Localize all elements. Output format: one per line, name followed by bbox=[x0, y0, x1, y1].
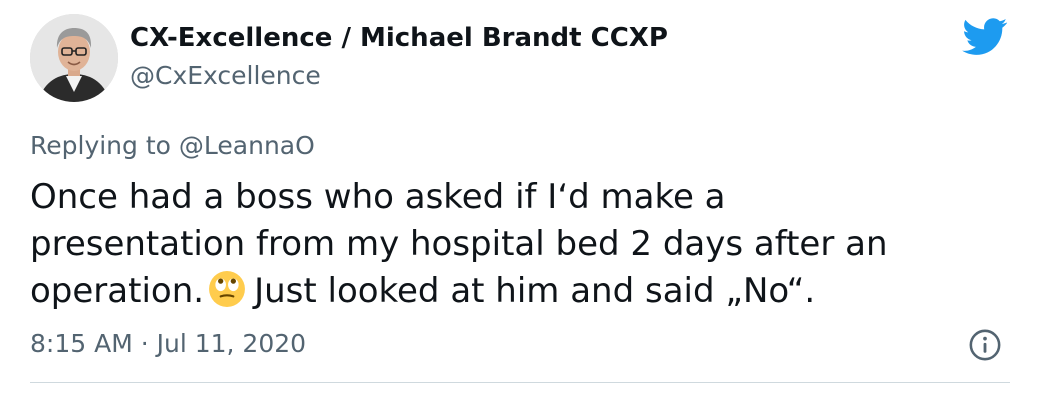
twitter-bird-icon[interactable] bbox=[962, 18, 1008, 56]
tweet-text-line-3: operation. Just looked at him and said „… bbox=[30, 268, 1030, 315]
tweet-text-line-1: Once had a boss who asked if I‘d make a bbox=[30, 177, 726, 217]
reply-mention-link[interactable]: @LeannaO bbox=[179, 131, 315, 160]
avatar[interactable] bbox=[30, 14, 118, 102]
author-display-name[interactable]: CX-Excellence / Michael Brandt CCXP bbox=[130, 22, 668, 54]
author-handle[interactable]: @CxExcellence bbox=[130, 60, 321, 92]
tweet-timestamp[interactable]: 8:15 AM · Jul 11, 2020 bbox=[30, 328, 306, 360]
tweet-text-line-3-end: Just looked at him and said „No“. bbox=[254, 271, 816, 311]
tweet-text: Once had a boss who asked if I‘d make a … bbox=[30, 174, 1030, 315]
tweet-text-line-3-start: operation. bbox=[30, 271, 205, 311]
replying-to: Replying to @LeannaO bbox=[30, 130, 315, 162]
info-icon[interactable] bbox=[968, 328, 1002, 362]
avatar-image bbox=[30, 14, 118, 102]
divider bbox=[30, 382, 1010, 383]
tweet-card: CX-Excellence / Michael Brandt CCXP @CxE… bbox=[0, 0, 1058, 402]
tweet-text-line-2: presentation from my hospital bed 2 days… bbox=[30, 224, 888, 264]
replying-to-label: Replying to bbox=[30, 131, 171, 160]
rolling-eyes-emoji-icon bbox=[209, 271, 246, 307]
